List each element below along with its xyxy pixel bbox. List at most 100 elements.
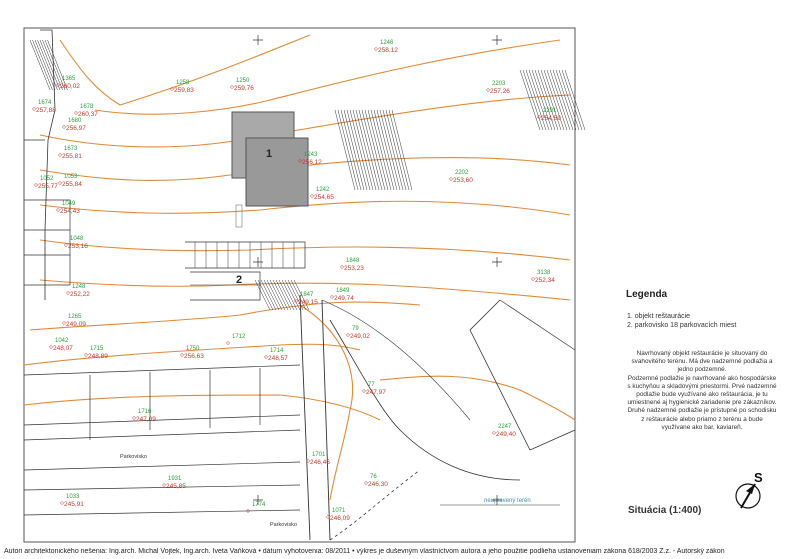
elevation-value: 249,09 bbox=[66, 321, 86, 328]
grid-cross-icon bbox=[253, 257, 263, 267]
elevation-point-number: 1849 bbox=[336, 288, 350, 294]
grid-cross-icon bbox=[253, 35, 263, 45]
plan-line bbox=[23, 461, 301, 471]
elevation-value: 247,09 bbox=[136, 416, 156, 423]
plan-line bbox=[385, 109, 407, 191]
elevation-marker bbox=[49, 345, 53, 349]
elevation-marker bbox=[162, 483, 166, 487]
elevation-marker bbox=[340, 265, 344, 269]
elevation-value: 258,12 bbox=[378, 47, 398, 54]
plan-line bbox=[34, 39, 56, 91]
elevation-marker bbox=[264, 355, 268, 359]
elevation-labels: 1258259,83 1250259,76 1246258,12 1678260,37… bbox=[32, 35, 561, 528]
elevation-marker bbox=[58, 153, 62, 157]
plan-line bbox=[23, 414, 301, 426]
elevation-marker bbox=[34, 183, 38, 187]
elevation-point-number: 1716 bbox=[138, 409, 152, 415]
elevation-marker bbox=[64, 243, 68, 247]
elevation-point-number: 1680 bbox=[68, 118, 82, 124]
elevation-point-number: 1052 bbox=[40, 176, 54, 182]
grid-cross-icon bbox=[492, 257, 502, 267]
elevation-value: 260,02 bbox=[60, 83, 80, 90]
plan-line bbox=[23, 484, 301, 491]
contour-line bbox=[23, 394, 381, 421]
elevation-value: 252,22 bbox=[70, 291, 90, 298]
elevation-marker bbox=[84, 353, 88, 357]
elevation-point-number: 1033 bbox=[66, 494, 80, 500]
plan-line bbox=[373, 109, 395, 191]
plan-line bbox=[382, 109, 404, 191]
elevation-value: 254,65 bbox=[314, 194, 334, 201]
legend-description: Navrhovaný objekt reštaurácie je situova… bbox=[627, 350, 777, 432]
plan-line bbox=[263, 279, 280, 311]
elevation-marker bbox=[56, 208, 60, 212]
elevation-value: 257,88 bbox=[36, 107, 56, 114]
elevation-marker bbox=[60, 501, 64, 505]
legend-title: Legenda bbox=[626, 289, 668, 300]
site-plan-drawing: 12 1258259,831250259,761246258,121678260… bbox=[23, 27, 761, 543]
plan-line bbox=[349, 109, 371, 191]
elevation-marker bbox=[230, 85, 234, 89]
street-label: Parkovisko bbox=[120, 454, 147, 460]
plan-line bbox=[39, 39, 61, 91]
elevation-value: 245,91 bbox=[64, 501, 84, 508]
plan-line bbox=[272, 279, 289, 311]
elevation-value: 247,97 bbox=[366, 389, 386, 396]
plan-line bbox=[321, 299, 471, 421]
elevation-value: 255,84 bbox=[62, 181, 82, 188]
legend-item-building: 1. objekt reštaurácie bbox=[627, 313, 691, 320]
plan-line bbox=[561, 69, 583, 131]
elevation-point-number: 1847 bbox=[300, 292, 314, 298]
plan-line bbox=[254, 279, 271, 311]
plan-line bbox=[370, 109, 392, 191]
plan-line bbox=[278, 279, 295, 311]
legend-paragraph: Podzemné podlažie je navrhované ako hosp… bbox=[627, 374, 777, 431]
building-1-lower bbox=[245, 137, 309, 207]
elevation-marker bbox=[32, 107, 36, 111]
elevation-value: 254,43 bbox=[60, 208, 80, 215]
elevation-value: 248,57 bbox=[268, 355, 288, 362]
elevation-value: 252,34 bbox=[535, 277, 555, 284]
plan-line bbox=[358, 109, 380, 191]
elevation-value: 249,40 bbox=[496, 431, 516, 438]
elevation-value: 249,15 bbox=[298, 299, 318, 306]
plan-line bbox=[379, 109, 401, 191]
elevation-marker bbox=[66, 291, 70, 295]
elevation-marker bbox=[58, 181, 62, 185]
elevation-point-number: 79 bbox=[352, 326, 359, 332]
elevation-point-number: 1242 bbox=[316, 187, 330, 193]
plan-line bbox=[469, 299, 576, 451]
contour-line bbox=[29, 301, 421, 331]
plan-line bbox=[281, 279, 298, 311]
elevation-value: 249,02 bbox=[350, 333, 370, 340]
elevation-value: 259,76 bbox=[234, 85, 254, 92]
terrain-note: neupravený terén bbox=[484, 498, 531, 504]
sheet-title: Situácia (1:400) bbox=[628, 505, 702, 516]
legend-item-parking: 2. parkovisko 18 parkovacích miest bbox=[627, 322, 737, 329]
elevation-marker bbox=[62, 321, 66, 325]
elevation-marker bbox=[226, 341, 230, 345]
legend-paragraph: Navrhovaný objekt reštaurácie je situova… bbox=[631, 350, 773, 374]
elevation-value: 245,85 bbox=[166, 483, 186, 490]
elevation-value: 248,07 bbox=[53, 345, 73, 352]
elevation-marker bbox=[62, 125, 66, 129]
plan-line bbox=[343, 109, 365, 191]
plan-line bbox=[37, 39, 58, 91]
elevation-marker bbox=[310, 194, 314, 198]
elevation-point-number: 1248 bbox=[72, 284, 86, 290]
plan-line bbox=[519, 69, 541, 131]
plan-line bbox=[355, 109, 377, 191]
elevation-point-number: 2202 bbox=[455, 170, 469, 176]
plan-line bbox=[266, 279, 283, 311]
elevation-value: 256,12 bbox=[302, 159, 322, 166]
elevation-marker bbox=[74, 111, 78, 115]
buildings: 12 bbox=[231, 111, 309, 286]
site-plan: 12 1258 259,83 1250 259,76 1246 258,12 1678 260… bbox=[0, 0, 800, 559]
elevation-point-number: 1071 bbox=[332, 508, 346, 514]
elevation-point-number: 1848 bbox=[346, 258, 360, 264]
plan-line bbox=[522, 69, 544, 131]
elevation-marker bbox=[346, 333, 350, 337]
plan-line bbox=[499, 299, 576, 351]
elevation-marker bbox=[132, 416, 136, 420]
plan-line bbox=[269, 279, 286, 311]
